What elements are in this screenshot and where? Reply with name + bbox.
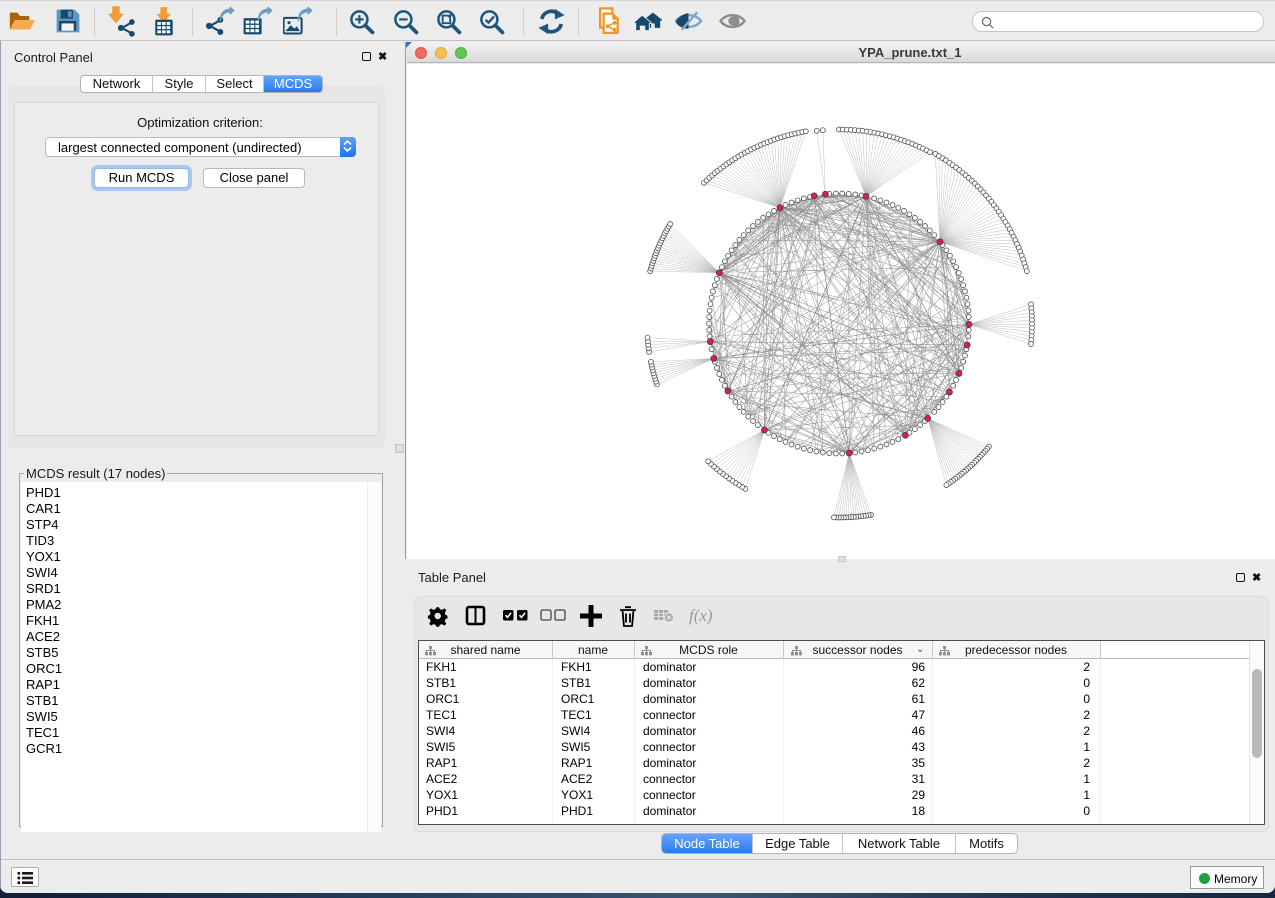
svg-text:f(x): f(x) [689, 606, 713, 625]
